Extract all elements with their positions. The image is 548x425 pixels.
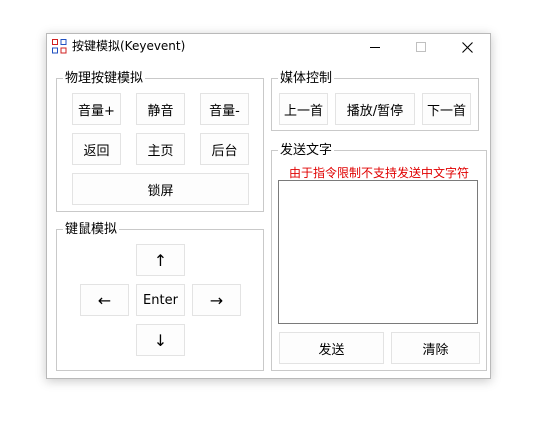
close-button[interactable] <box>444 34 490 60</box>
minimize-icon <box>370 47 380 48</box>
volume-down-button[interactable]: 音量- <box>200 93 249 125</box>
send-text-group: 发送文字 由于指令限制不支持发送中文字符 发送 清除 <box>271 143 487 371</box>
key-mouse-group-title: 键鼠模拟 <box>63 222 120 237</box>
close-icon <box>461 41 473 53</box>
next-track-button[interactable]: 下一首 <box>422 93 471 125</box>
lock-screen-button[interactable]: 锁屏 <box>72 173 249 205</box>
chinese-unsupported-hint: 由于指令限制不支持发送中文字符 <box>289 166 470 180</box>
arrow-right-button[interactable]: → <box>192 284 241 316</box>
send-button[interactable]: 发送 <box>279 332 384 364</box>
media-control-group: 媒体控制 上一首 播放/暂停 下一首 <box>271 71 479 131</box>
maximize-icon <box>416 42 426 52</box>
app-window: 按键模拟(Keyevent) 物理按键模拟 音量+ 静音 音量- 返回 主页 后… <box>46 33 491 379</box>
minimize-button[interactable] <box>352 34 398 60</box>
physical-keys-group-title: 物理按键模拟 <box>63 71 146 86</box>
arrow-down-button[interactable]: ↓ <box>136 324 185 356</box>
physical-keys-group: 物理按键模拟 音量+ 静音 音量- 返回 主页 后台 锁屏 <box>56 71 264 212</box>
maximize-button[interactable] <box>398 34 444 60</box>
media-control-group-title: 媒体控制 <box>278 71 335 86</box>
arrow-left-button[interactable]: ← <box>80 284 129 316</box>
enter-button[interactable]: Enter <box>136 284 185 316</box>
window-title: 按键模拟(Keyevent) <box>72 39 186 53</box>
app-icon <box>52 39 67 54</box>
back-button[interactable]: 返回 <box>72 133 121 165</box>
text-input[interactable] <box>278 180 478 324</box>
previous-track-button[interactable]: 上一首 <box>279 93 328 125</box>
mute-button[interactable]: 静音 <box>136 93 185 125</box>
key-mouse-group: 键鼠模拟 ↑ ← Enter → ↓ <box>56 222 264 371</box>
home-button[interactable]: 主页 <box>136 133 185 165</box>
arrow-up-button[interactable]: ↑ <box>136 244 185 276</box>
title-bar[interactable]: 按键模拟(Keyevent) <box>47 34 490 60</box>
recent-apps-button[interactable]: 后台 <box>200 133 249 165</box>
send-text-group-title: 发送文字 <box>278 143 335 158</box>
volume-up-button[interactable]: 音量+ <box>72 93 121 125</box>
play-pause-button[interactable]: 播放/暂停 <box>335 93 415 125</box>
clear-button[interactable]: 清除 <box>391 332 480 364</box>
